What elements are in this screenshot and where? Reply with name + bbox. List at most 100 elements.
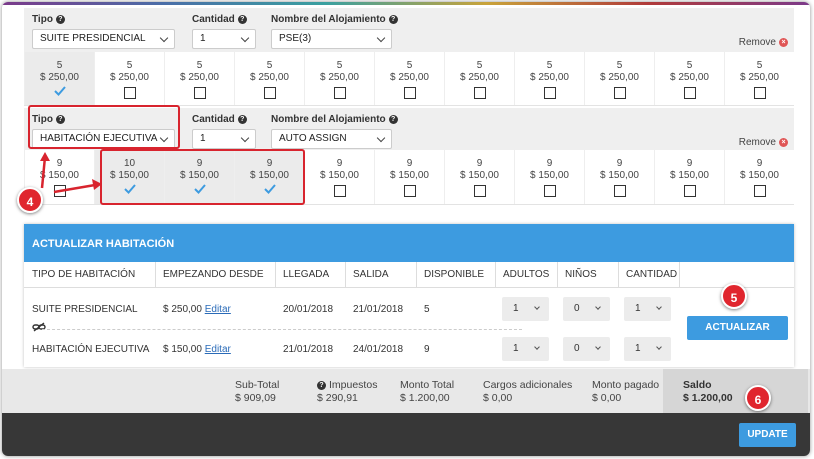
ninos-value: 0 (574, 303, 580, 314)
ninos-value: 0 (574, 343, 580, 354)
help-icon[interactable]: ? (317, 381, 326, 390)
day-checkbox[interactable] (683, 87, 696, 99)
editar-link[interactable]: Editar (205, 344, 231, 355)
column-divider (416, 262, 417, 288)
day-cell[interactable]: 9 $ 150,00 (584, 150, 654, 204)
day-price: $ 150,00 (320, 170, 359, 181)
day-checkbox[interactable] (543, 185, 556, 197)
day-cell[interactable]: 9 $ 150,00 (374, 150, 444, 204)
editar-link[interactable]: Editar (205, 304, 231, 315)
cantidad-select[interactable]: 1 (192, 29, 256, 49)
chevron-down-icon (656, 304, 662, 310)
day-cell[interactable]: 9 $ 150,00 (444, 150, 514, 204)
close-icon: × (779, 138, 788, 147)
close-icon: × (779, 38, 788, 47)
checkmark-icon[interactable] (53, 85, 66, 97)
day-cell[interactable]: 5 $ 250,00 (444, 52, 514, 105)
cantidad-row-select[interactable]: 1 (624, 297, 671, 321)
column-divider (679, 262, 680, 288)
actualizar-panel: ACTUALIZAR HABITACIÓN TIPO DE HABITACIÓN… (24, 224, 794, 367)
day-availability: 9 (546, 158, 553, 169)
ninos-select[interactable]: 0 (563, 297, 610, 321)
day-availability: 5 (406, 60, 413, 71)
day-price: $ 150,00 (600, 170, 639, 181)
day-checkbox[interactable] (403, 185, 416, 197)
remove-room-button[interactable]: Remove × (739, 137, 788, 148)
footer-bar: UPDATE (2, 413, 810, 456)
day-cell[interactable]: 9 $ 150,00 (654, 150, 724, 204)
day-cell[interactable]: 5 $ 250,00 (304, 52, 374, 105)
day-price: $ 250,00 (250, 72, 289, 83)
adultos-select[interactable]: 1 (502, 337, 549, 361)
chevron-down-icon (159, 33, 169, 43)
cantidad-label: Cantidad (192, 14, 235, 25)
day-cell[interactable]: 5 $ 250,00 (94, 52, 164, 105)
day-cell[interactable]: 5 $ 250,00 (24, 52, 94, 105)
alojamiento-select-value: PSE(3) (279, 33, 312, 44)
remove-room-button[interactable]: Remove × (739, 37, 788, 48)
saldo-label: Saldo (683, 379, 712, 391)
cargos-label: Cargos adicionales (483, 379, 573, 391)
column-divider (275, 262, 276, 288)
chevron-down-icon (240, 133, 250, 143)
day-cell[interactable]: 5 $ 250,00 (514, 52, 584, 105)
day-price: $ 150,00 (530, 170, 569, 181)
tipo-select[interactable]: SUITE PRESIDENCIAL (32, 29, 175, 49)
row-salida: 21/01/2018 (353, 304, 404, 315)
help-icon[interactable]: ? (388, 15, 398, 24)
day-cell[interactable]: 5 $ 250,00 (654, 52, 724, 105)
day-cell[interactable]: 9 $ 150,00 (724, 150, 794, 204)
step-badge-5: 5 (721, 283, 747, 309)
highlight-selected-cells (100, 149, 305, 205)
day-checkbox[interactable] (333, 87, 346, 99)
day-cell[interactable]: 5 $ 250,00 (584, 52, 654, 105)
actualizar-button[interactable]: ACTUALIZAR (687, 316, 788, 340)
day-availability: 5 (546, 60, 553, 71)
monto-total: Monto Total $ 1.200,00 (400, 379, 454, 405)
day-checkbox[interactable] (473, 185, 486, 197)
cantidad-select[interactable]: 1 (192, 129, 256, 149)
day-checkbox[interactable] (123, 87, 136, 99)
day-checkbox[interactable] (473, 87, 486, 99)
update-button[interactable]: UPDATE (739, 423, 796, 447)
day-cell[interactable]: 9 $ 150,00 (304, 150, 374, 204)
column-divider (495, 262, 496, 288)
cantidad-row-value: 1 (635, 343, 641, 354)
day-checkbox[interactable] (333, 185, 346, 197)
col-adultos: ADULTOS (503, 269, 550, 280)
help-icon[interactable]: ? (55, 15, 65, 24)
alojamiento-select[interactable]: PSE(3) (271, 29, 392, 49)
alojamiento-select[interactable]: AUTO ASSIGN (271, 129, 392, 149)
day-checkbox[interactable] (403, 87, 416, 99)
day-cell[interactable]: 5 $ 250,00 (724, 52, 794, 105)
day-checkbox[interactable] (683, 185, 696, 197)
day-cell[interactable]: 5 $ 250,00 (164, 52, 234, 105)
cantidad-row-select[interactable]: 1 (624, 337, 671, 361)
day-price: $ 250,00 (600, 72, 639, 83)
monto-value: $ 1.200,00 (400, 392, 450, 404)
help-icon[interactable]: ? (388, 115, 398, 124)
help-icon[interactable]: ? (237, 15, 247, 24)
day-checkbox[interactable] (193, 87, 206, 99)
saldo-value: $ 1.200,00 (683, 392, 733, 404)
row-llegada: 21/01/2018 (283, 344, 334, 355)
day-checkbox[interactable] (753, 185, 766, 197)
day-price: $ 250,00 (110, 72, 149, 83)
day-checkbox[interactable] (263, 87, 276, 99)
row-tipo: SUITE PRESIDENCIAL (32, 304, 138, 315)
cantidad-select-value: 1 (200, 133, 206, 144)
day-checkbox[interactable] (543, 87, 556, 99)
day-checkbox[interactable] (613, 87, 626, 99)
ninos-select[interactable]: 0 (563, 337, 610, 361)
pagado-value: $ 0,00 (592, 392, 622, 404)
top-color-line (2, 2, 810, 5)
alojamiento-label: Nombre del Alojamiento (271, 14, 386, 25)
adultos-select[interactable]: 1 (502, 297, 549, 321)
col-ninos: NIÑOS (565, 269, 597, 280)
day-checkbox[interactable] (613, 185, 626, 197)
day-cell[interactable]: 5 $ 250,00 (374, 52, 444, 105)
day-cell[interactable]: 9 $ 150,00 (514, 150, 584, 204)
day-cell[interactable]: 5 $ 250,00 (234, 52, 304, 105)
day-checkbox[interactable] (753, 87, 766, 99)
help-icon[interactable]: ? (237, 115, 247, 124)
